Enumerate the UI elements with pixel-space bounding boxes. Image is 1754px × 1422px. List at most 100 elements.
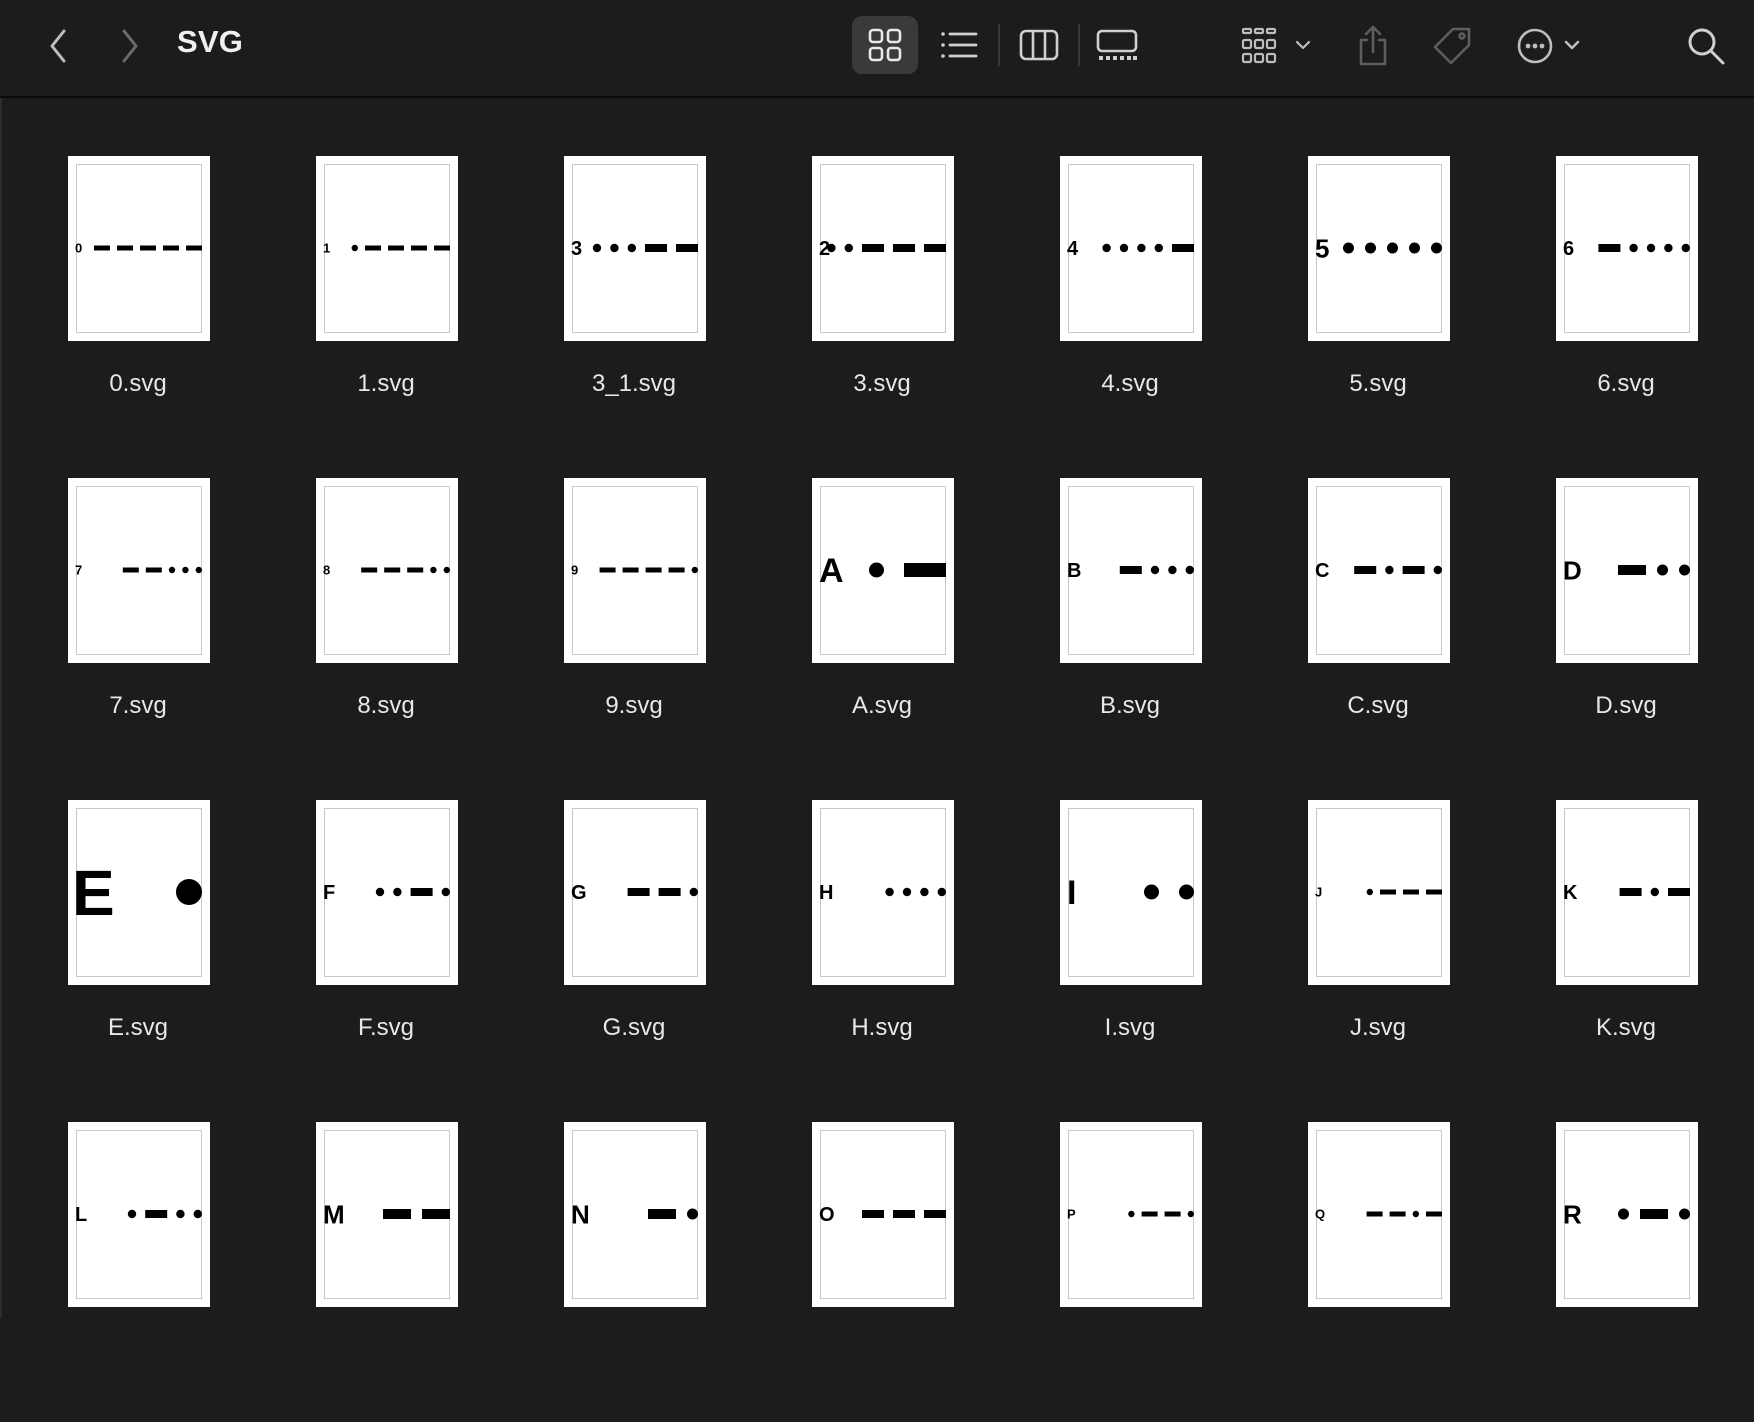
file-item[interactable]: C C.svg [1254, 478, 1502, 778]
file-item[interactable]: 0 0.svg [14, 156, 262, 456]
file-item[interactable]: R [1502, 1122, 1750, 1422]
file-name[interactable]: E.svg [14, 1014, 262, 1042]
file-thumbnail[interactable]: B [1060, 478, 1202, 663]
morse-dot [1433, 565, 1442, 575]
file-thumbnail[interactable]: 7 [68, 478, 210, 663]
file-thumbnail[interactable]: 5 [1308, 156, 1450, 341]
file-thumbnail[interactable]: E [68, 800, 210, 985]
list-view-icon[interactable] [934, 20, 984, 70]
file-item[interactable]: 6 6.svg [1502, 156, 1750, 456]
preview-letter: 3 [571, 238, 582, 260]
file-item[interactable]: H H.svg [758, 800, 1006, 1100]
file-name[interactable]: 8.svg [262, 692, 510, 720]
morse-dot [1650, 887, 1659, 897]
file-thumbnail[interactable]: J [1308, 800, 1450, 985]
file-thumbnail[interactable]: H [812, 800, 954, 985]
file-name[interactable]: 6.svg [1502, 370, 1750, 398]
file-item[interactable]: K K.svg [1502, 800, 1750, 1100]
file-thumbnail[interactable]: 1 [316, 156, 458, 341]
morse-dash [893, 1210, 915, 1218]
file-thumbnail[interactable]: 2 [812, 156, 954, 341]
file-name[interactable]: 7.svg [14, 692, 262, 720]
file-thumbnail[interactable]: 4 [1060, 156, 1202, 341]
file-thumbnail[interactable]: M [316, 1122, 458, 1307]
file-item[interactable]: E E.svg [14, 800, 262, 1100]
file-thumbnail[interactable]: A [812, 478, 954, 663]
search-icon[interactable] [1680, 20, 1732, 72]
file-item[interactable]: M [262, 1122, 510, 1422]
file-name[interactable]: I.svg [1006, 1014, 1254, 1042]
file-name[interactable]: A.svg [758, 692, 1006, 720]
file-name[interactable]: 9.svg [510, 692, 758, 720]
file-item[interactable]: L [14, 1122, 262, 1422]
file-item[interactable]: G G.svg [510, 800, 758, 1100]
file-name[interactable]: C.svg [1254, 692, 1502, 720]
chevron-left-icon[interactable] [40, 24, 76, 68]
morse-dot [1412, 1210, 1419, 1218]
morse-dot [393, 887, 402, 897]
file-item[interactable]: 7 7.svg [14, 478, 262, 778]
file-name[interactable]: D.svg [1502, 692, 1750, 720]
file-thumbnail[interactable]: Q [1308, 1122, 1450, 1307]
file-item[interactable]: F F.svg [262, 800, 510, 1100]
morse-dot [168, 566, 176, 574]
file-item[interactable]: J J.svg [1254, 800, 1502, 1100]
more-icon[interactable] [1514, 20, 1588, 72]
chevron-right-icon[interactable] [112, 24, 148, 68]
file-thumbnail[interactable]: N [564, 1122, 706, 1307]
file-item[interactable]: 3 3_1.svg [510, 156, 758, 456]
tag-icon[interactable] [1428, 20, 1476, 72]
file-name[interactable]: J.svg [1254, 1014, 1502, 1042]
file-thumbnail[interactable]: 3 [564, 156, 706, 341]
file-item[interactable]: 9 9.svg [510, 478, 758, 778]
file-item[interactable]: O [758, 1122, 1006, 1422]
morse-dot [127, 1209, 137, 1219]
file-thumbnail[interactable]: O [812, 1122, 954, 1307]
morse-dot [1664, 243, 1673, 253]
file-item[interactable]: 8 8.svg [262, 478, 510, 778]
file-item[interactable]: 1 1.svg [262, 156, 510, 456]
gallery-view-icon[interactable] [1090, 20, 1144, 70]
file-name[interactable]: 5.svg [1254, 370, 1502, 398]
file-name[interactable]: 3_1.svg [510, 370, 758, 398]
share-icon[interactable] [1352, 18, 1394, 74]
morse-dot [1168, 565, 1177, 575]
file-thumbnail[interactable]: L [68, 1122, 210, 1307]
file-item[interactable]: N [510, 1122, 758, 1422]
file-name[interactable]: G.svg [510, 1014, 758, 1042]
file-item[interactable]: 2 3.svg [758, 156, 1006, 456]
file-name[interactable]: 4.svg [1006, 370, 1254, 398]
group-icon[interactable] [1238, 20, 1318, 72]
file-item[interactable]: P [1006, 1122, 1254, 1422]
morse-dot [827, 243, 836, 253]
file-item[interactable]: 5 5.svg [1254, 156, 1502, 456]
file-item[interactable]: D D.svg [1502, 478, 1750, 778]
morse-dot [1119, 243, 1129, 253]
file-item[interactable]: A A.svg [758, 478, 1006, 778]
file-thumbnail[interactable]: I [1060, 800, 1202, 985]
file-thumbnail[interactable]: 9 [564, 478, 706, 663]
file-thumbnail[interactable]: R [1556, 1122, 1698, 1307]
file-name[interactable]: H.svg [758, 1014, 1006, 1042]
file-thumbnail[interactable]: K [1556, 800, 1698, 985]
file-name[interactable]: F.svg [262, 1014, 510, 1042]
file-thumbnail[interactable]: 6 [1556, 156, 1698, 341]
file-name[interactable]: 1.svg [262, 370, 510, 398]
file-name[interactable]: 0.svg [14, 370, 262, 398]
file-thumbnail[interactable]: 8 [316, 478, 458, 663]
file-item[interactable]: I I.svg [1006, 800, 1254, 1100]
file-item[interactable]: Q [1254, 1122, 1502, 1422]
file-item[interactable]: B B.svg [1006, 478, 1254, 778]
file-thumbnail[interactable]: 0 [68, 156, 210, 341]
column-view-icon[interactable] [1012, 20, 1066, 70]
file-thumbnail[interactable]: D [1556, 478, 1698, 663]
grid-view-icon[interactable] [852, 16, 918, 74]
file-name[interactable]: B.svg [1006, 692, 1254, 720]
file-thumbnail[interactable]: P [1060, 1122, 1202, 1307]
file-name[interactable]: K.svg [1502, 1014, 1750, 1042]
file-thumbnail[interactable]: G [564, 800, 706, 985]
file-item[interactable]: 4 4.svg [1006, 156, 1254, 456]
file-name[interactable]: 3.svg [758, 370, 1006, 398]
file-thumbnail[interactable]: F [316, 800, 458, 985]
file-thumbnail[interactable]: C [1308, 478, 1450, 663]
